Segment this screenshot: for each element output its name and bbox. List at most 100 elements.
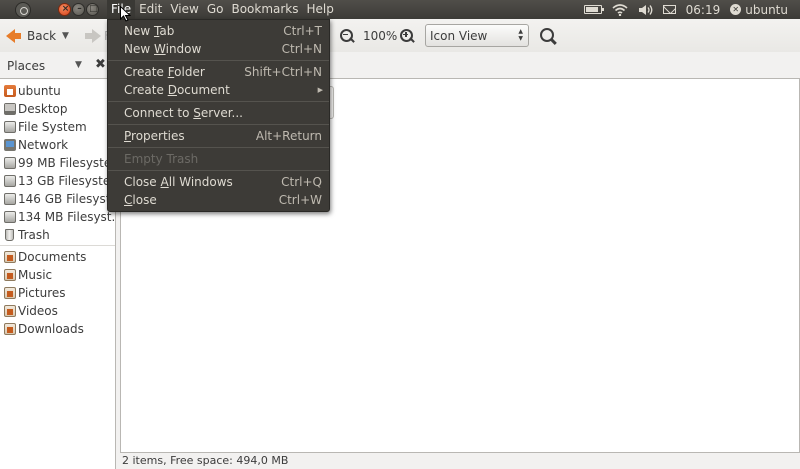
menu-item-label-rest: erver...: [200, 106, 243, 120]
sound-indicator[interactable]: [633, 0, 658, 19]
places-sidebar: ubuntu Desktop File System Network 99 MB…: [0, 78, 116, 469]
close-icon: ×: [61, 4, 70, 14]
menu-item-label-rest: ll Windows: [168, 175, 233, 189]
menu-item-mnemonic: A: [160, 175, 169, 189]
sidebar-item-videos[interactable]: Videos: [0, 302, 115, 320]
sidebar-item-label: Downloads: [18, 322, 84, 336]
menu-item-label: Empty Trash: [124, 152, 199, 166]
sidebar-item-99mb-filesystem[interactable]: 99 MB Filesystem: [0, 154, 115, 172]
menu-item-mnemonic: S: [193, 106, 201, 120]
sidebar-item-file-system[interactable]: File System: [0, 118, 115, 136]
battery-indicator[interactable]: [579, 0, 607, 19]
session-indicator[interactable]: ubuntu: [725, 0, 800, 19]
indicator-area: 06:19 ubuntu: [579, 0, 800, 19]
menu-item-label: New: [124, 24, 154, 38]
ubuntu-logo-icon[interactable]: [15, 2, 31, 18]
menu-item-new-tab[interactable]: New Tab Ctrl+T: [108, 22, 329, 40]
menu-item-close-all-windows[interactable]: Close All Windows Ctrl+Q: [108, 173, 329, 191]
sidebar-item-label: 146 GB Filesyst...: [18, 192, 116, 206]
sidebar-item-label: ubuntu: [18, 84, 61, 98]
messaging-indicator[interactable]: [658, 0, 681, 19]
zoom-in-button[interactable]: [400, 19, 414, 52]
triangle-down-icon: ▼: [75, 60, 82, 70]
back-button[interactable]: Back: [6, 19, 56, 52]
drive-icon: [4, 175, 16, 187]
trash-icon: [5, 229, 14, 241]
menu-help[interactable]: Help: [303, 0, 338, 19]
menu-item-shortcut: Ctrl+N: [281, 42, 322, 56]
zoom-level[interactable]: 100%: [363, 19, 397, 52]
maximize-icon: □: [89, 4, 98, 14]
network-indicator[interactable]: [607, 0, 633, 19]
window-maximize-button[interactable]: □: [86, 3, 99, 16]
back-label: Back: [27, 28, 57, 43]
wifi-icon: [612, 3, 628, 16]
sidebar-item-trash[interactable]: Trash: [0, 226, 115, 244]
spinner-arrows-icon: ▲ ▼: [518, 28, 523, 42]
sidebar-item-pictures[interactable]: Pictures: [0, 284, 115, 302]
menu-separator: [108, 60, 329, 61]
sidebar-item-label: 13 GB Filesystem: [18, 174, 116, 188]
sidebar-item-146gb-filesystem[interactable]: 146 GB Filesyst...: [0, 190, 115, 208]
sidebar-item-desktop[interactable]: Desktop: [0, 100, 115, 118]
menu-edit[interactable]: Edit: [135, 0, 166, 19]
documents-folder-icon: [4, 251, 16, 263]
search-button[interactable]: [540, 19, 556, 52]
sidebar-item-downloads[interactable]: Downloads: [0, 320, 115, 338]
mail-icon: [662, 5, 676, 14]
menu-item-close[interactable]: Close Ctrl+W: [108, 191, 329, 209]
menu-go[interactable]: Go: [203, 0, 228, 19]
view-mode-select[interactable]: Icon View ▲ ▼: [425, 24, 529, 47]
sidebar-close-button[interactable]: ✖: [95, 57, 106, 72]
menu-item-empty-trash: Empty Trash: [108, 150, 329, 168]
sidebar-item-documents[interactable]: Documents: [0, 248, 115, 266]
menu-item-new-window[interactable]: New Window Ctrl+N: [108, 40, 329, 58]
menu-item-label-rest: older: [174, 65, 205, 79]
sidebar-item-134mb-filesystem[interactable]: 134 MB Filesyst...: [0, 208, 115, 226]
pictures-folder-icon: [4, 287, 16, 299]
status-text: 2 items, Free space: 494,0 MB: [122, 454, 289, 467]
window-close-button[interactable]: ×: [58, 3, 71, 16]
global-menubar: File Edit View Go Bookmarks Help: [107, 0, 338, 19]
menu-item-shortcut: Alt+Return: [255, 129, 322, 143]
desktop-icon: [4, 103, 16, 115]
zoom-out-button[interactable]: [340, 19, 354, 52]
menu-item-connect-to-server[interactable]: Connect to Server...: [108, 104, 329, 122]
menu-view[interactable]: View: [166, 0, 202, 19]
home-folder-icon: [4, 85, 16, 97]
file-menu-dropdown: New Tab Ctrl+T New Window Ctrl+N Create Fo…: [107, 19, 330, 212]
menu-item-label-rest: ocument: [176, 83, 230, 97]
sidebar-item-network[interactable]: Network: [0, 136, 115, 154]
menu-bookmarks[interactable]: Bookmarks: [227, 0, 302, 19]
back-history-dropdown[interactable]: ▼: [62, 19, 69, 52]
menu-item-mnemonic: W: [154, 42, 166, 56]
sidebar-item-13gb-filesystem[interactable]: 13 GB Filesystem: [0, 172, 115, 190]
session-icon: [730, 2, 742, 17]
menu-item-label: Create: [124, 65, 168, 79]
places-dropdown[interactable]: ▼: [75, 60, 82, 70]
sidebar-item-label: File System: [18, 120, 87, 134]
menu-item-mnemonic: P: [124, 129, 132, 143]
menu-separator: [108, 124, 329, 125]
menu-item-label-rest: lose: [132, 193, 157, 207]
window-minimize-button[interactable]: –: [72, 3, 85, 16]
menu-separator: [108, 101, 329, 102]
back-arrow-icon: [6, 28, 21, 43]
menu-item-mnemonic: D: [167, 83, 177, 97]
menu-item-properties[interactable]: Properties Alt+Return: [108, 127, 329, 145]
sidebar-item-label: 134 MB Filesyst...: [18, 210, 116, 224]
drive-icon: [4, 121, 16, 133]
sidebar-item-label: Trash: [18, 228, 50, 242]
drive-icon: [4, 211, 16, 223]
menu-item-create-folder[interactable]: Create Folder Shift+Ctrl+N: [108, 63, 329, 81]
menu-item-label-rest: roperties: [131, 129, 185, 143]
zoom-out-icon: [340, 28, 354, 43]
sidebar-item-home[interactable]: ubuntu: [0, 82, 115, 100]
minimize-icon: –: [77, 4, 82, 14]
sidebar-item-music[interactable]: Music: [0, 266, 115, 284]
sidebar-item-label: Network: [18, 138, 69, 152]
menu-item-create-document[interactable]: Create Document ▶: [108, 81, 329, 99]
menu-item-label: Create: [124, 83, 168, 97]
menu-item-shortcut: Ctrl+Q: [281, 175, 322, 189]
clock-indicator[interactable]: 06:19: [681, 0, 726, 19]
